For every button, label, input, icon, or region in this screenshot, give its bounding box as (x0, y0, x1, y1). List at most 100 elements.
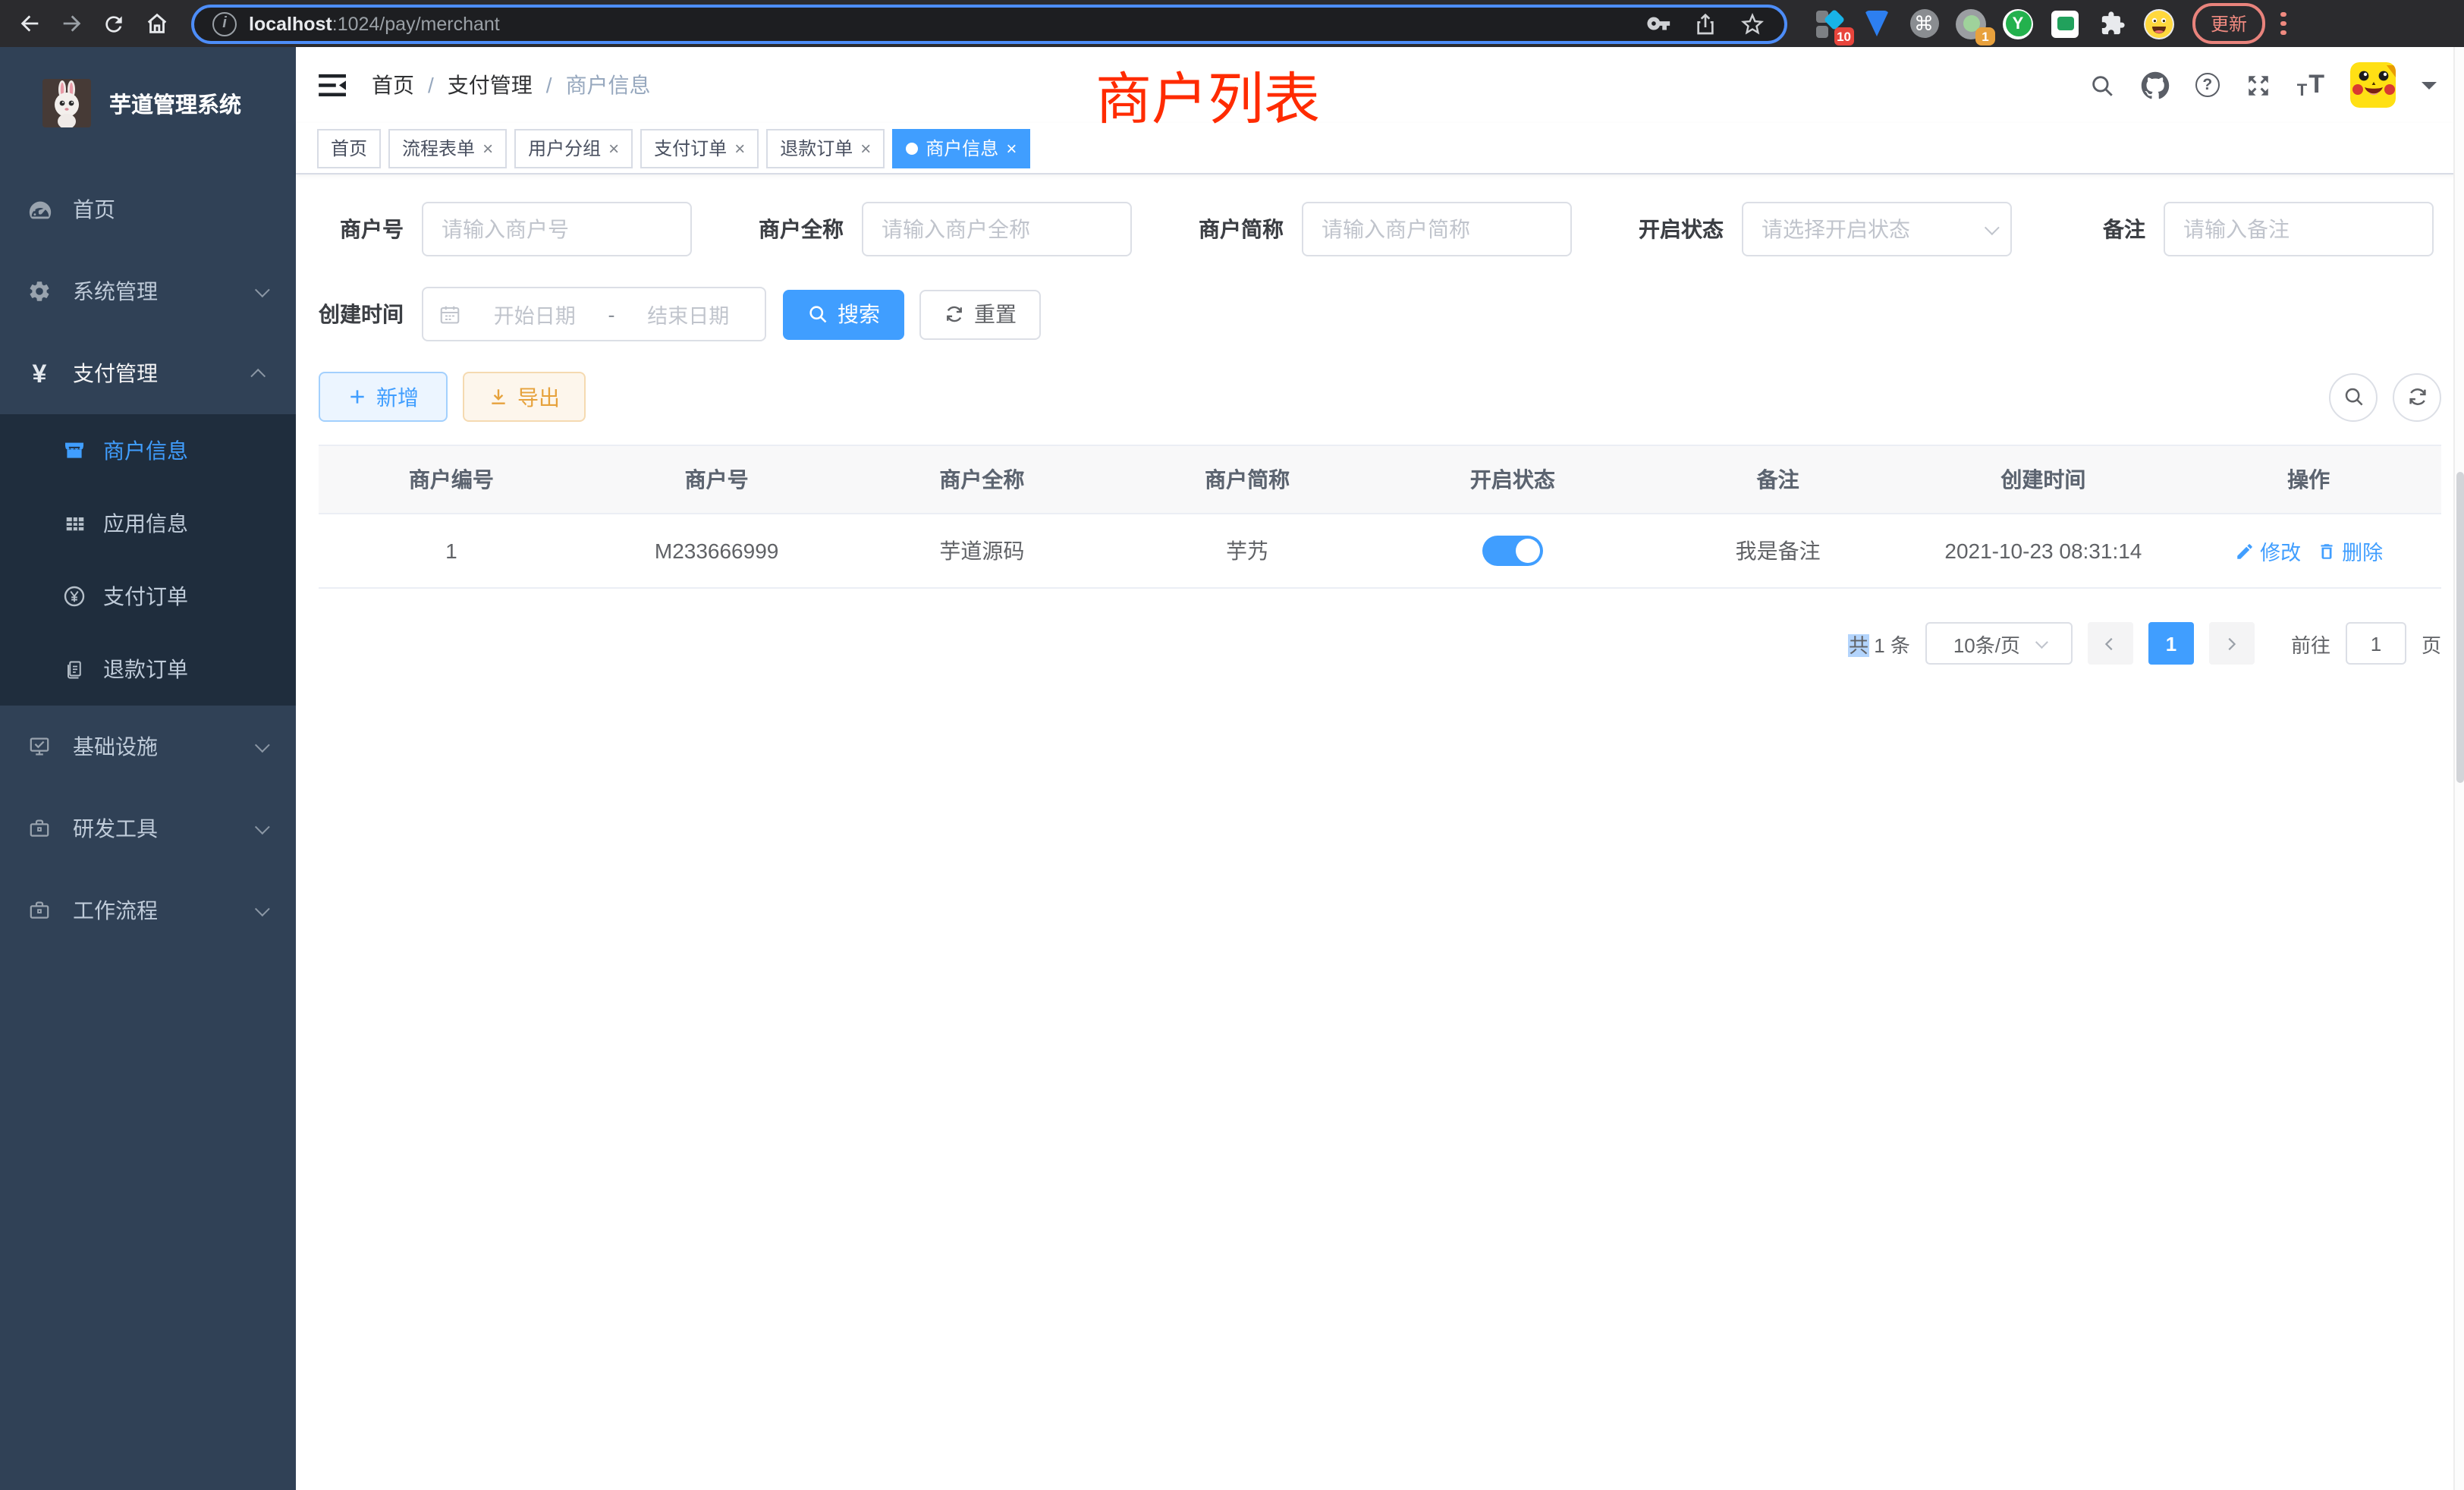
browser-back-button[interactable] (9, 4, 49, 43)
merchant-fullname-input[interactable] (862, 202, 1132, 256)
merchant-shortname-input[interactable] (1302, 202, 1572, 256)
profile-avatar-icon[interactable] (2144, 8, 2174, 39)
page-suffix-label: 页 (2422, 629, 2441, 658)
back-arrow-icon (16, 11, 42, 36)
date-separator: - (608, 303, 615, 325)
page-scrollbar[interactable] (2453, 47, 2464, 1490)
avatar-caret-down-icon[interactable] (2422, 81, 2437, 96)
prev-page-button[interactable] (2088, 622, 2133, 665)
goto-page-input[interactable] (2346, 622, 2406, 665)
url-text: localhost:1024/pay/merchant (249, 13, 500, 34)
table-header-row: 商户编号 商户号 商户全称 商户简称 开启状态 备注 创建时间 操作 (319, 446, 2441, 513)
yen-icon: ¥ (26, 360, 53, 386)
sidebar-item-devtools[interactable]: 研发工具 (0, 787, 296, 869)
app-logo-row[interactable]: 芋道管理系统 (0, 47, 296, 144)
tabs-bar: 首页 流程表单× 用户分组× 支付订单× 退款订单× 商户信息× (296, 123, 2464, 174)
font-size-icon[interactable]: TT (2297, 70, 2324, 100)
header-search-icon[interactable] (2089, 72, 2115, 98)
extension-badge: 10 (1834, 27, 1854, 45)
column-header: 商户简称 (1114, 446, 1380, 513)
address-bar[interactable]: i localhost:1024/pay/merchant (191, 4, 1787, 43)
sidebar-item-label: 工作流程 (73, 895, 158, 926)
delete-link[interactable]: 删除 (2316, 536, 2383, 566)
help-icon[interactable]: ? (2195, 73, 2220, 97)
tab-close-icon[interactable]: × (608, 137, 619, 159)
browser-reload-button[interactable] (94, 4, 134, 43)
page-number-button[interactable]: 1 (2148, 622, 2194, 665)
remark-input[interactable] (2164, 202, 2434, 256)
cell-operations: 修改 删除 (2176, 514, 2441, 587)
sidebar-item-app-info[interactable]: 应用信息 (0, 487, 296, 560)
reset-button[interactable]: 重置 (919, 289, 1041, 339)
page-size-select[interactable]: 10条/页 (1925, 622, 2073, 665)
site-info-icon[interactable]: i (212, 11, 237, 36)
add-button[interactable]: 新增 (319, 372, 448, 422)
forward-arrow-icon (58, 11, 84, 36)
chevron-left-icon (2102, 635, 2119, 652)
sidebar-item-merchant-info[interactable]: 商户信息 (0, 414, 296, 487)
extension-command-icon[interactable]: ⌘ (1909, 8, 1939, 39)
merchant-table: 商户编号 商户号 商户全称 商户简称 开启状态 备注 创建时间 操作 1 M23… (319, 445, 2441, 589)
sidebar-item-label: 应用信息 (103, 508, 188, 539)
sidebar-collapse-icon[interactable] (319, 72, 347, 98)
tab-merchant-info[interactable]: 商户信息× (892, 128, 1030, 168)
export-button[interactable]: 导出 (463, 372, 586, 422)
search-icon (807, 303, 828, 325)
filter-row-2: 创建时间 开始日期 - 结束日期 搜索 重置 (319, 287, 2441, 341)
extension-tabs-icon[interactable]: 10 (1815, 8, 1845, 39)
browser-update-button[interactable]: 更新 (2192, 3, 2265, 44)
search-button[interactable]: 搜索 (783, 289, 904, 339)
sidebar-item-label: 支付管理 (73, 358, 158, 388)
tab-pay-order[interactable]: 支付订单× (640, 128, 759, 168)
tab-user-group[interactable]: 用户分组× (514, 128, 633, 168)
tab-refund-order[interactable]: 退款订单× (766, 128, 885, 168)
scrollbar-thumb[interactable] (2456, 472, 2464, 783)
filter-row-1: 商户号 商户全称 商户简称 开启状态 请选择开启状态 备注 (319, 202, 2441, 256)
extension-chat-icon[interactable] (2050, 8, 2080, 39)
extension-badge: 1 (1975, 27, 1995, 45)
browser-forward-button[interactable] (52, 4, 91, 43)
user-avatar[interactable] (2350, 62, 2396, 108)
tab-process-form[interactable]: 流程表单× (388, 128, 507, 168)
sidebar-item-pay-order[interactable]: 支付订单 (0, 560, 296, 633)
sidebar-item-pay[interactable]: ¥ 支付管理 (0, 332, 296, 414)
sidebar-item-system[interactable]: 系统管理 (0, 250, 296, 332)
sidebar-item-label: 系统管理 (73, 276, 158, 306)
sidebar-item-infra[interactable]: 基础设施 (0, 706, 296, 787)
share-icon[interactable] (1693, 10, 1718, 37)
status-select[interactable]: 请选择开启状态 (1742, 202, 2012, 256)
github-icon[interactable] (2141, 71, 2170, 99)
sidebar-item-workflow[interactable]: 工作流程 (0, 869, 296, 951)
browser-home-button[interactable] (137, 4, 176, 43)
tab-close-icon[interactable]: × (1006, 137, 1017, 159)
merchant-no-input[interactable] (422, 202, 692, 256)
refresh-table-button[interactable] (2393, 372, 2441, 421)
key-icon[interactable] (1646, 11, 1672, 36)
cell-create-time: 2021-10-23 08:31:14 (1911, 514, 2176, 587)
edit-link[interactable]: 修改 (2234, 536, 2301, 566)
bookmark-star-icon[interactable] (1739, 10, 1766, 37)
rabbit-logo-icon (42, 79, 91, 127)
tab-home[interactable]: 首页 (317, 128, 381, 168)
extension-y-icon[interactable]: Y (2003, 8, 2033, 39)
sidebar-item-refund-order[interactable]: 退款订单 (0, 633, 296, 706)
create-time-range-picker[interactable]: 开始日期 - 结束日期 (422, 287, 766, 341)
refresh-icon (2406, 385, 2428, 408)
status-toggle[interactable] (1482, 536, 1543, 566)
download-icon (489, 387, 508, 407)
fullscreen-icon[interactable] (2246, 72, 2271, 98)
tab-close-icon[interactable]: × (482, 137, 493, 159)
show-search-toggle-button[interactable] (2329, 372, 2378, 421)
breadcrumb-item-home[interactable]: 首页 (372, 70, 414, 100)
extensions-puzzle-icon[interactable] (2097, 8, 2127, 39)
extension-camera-icon[interactable]: 1 (1956, 8, 1986, 39)
next-page-button[interactable] (2209, 622, 2255, 665)
tab-close-icon[interactable]: × (734, 137, 745, 159)
filter-label: 商户全称 (740, 214, 862, 244)
sidebar-item-home[interactable]: 首页 (0, 168, 296, 250)
sidebar-submenu-pay: 商户信息 应用信息 支付订单 (0, 414, 296, 706)
extension-kite-icon[interactable] (1862, 8, 1892, 39)
tab-close-icon[interactable]: × (860, 137, 871, 159)
browser-menu-kebab-icon[interactable] (2280, 12, 2286, 36)
page-content: 商户号 商户全称 商户简称 开启状态 请选择开启状态 备注 (296, 174, 2464, 1490)
